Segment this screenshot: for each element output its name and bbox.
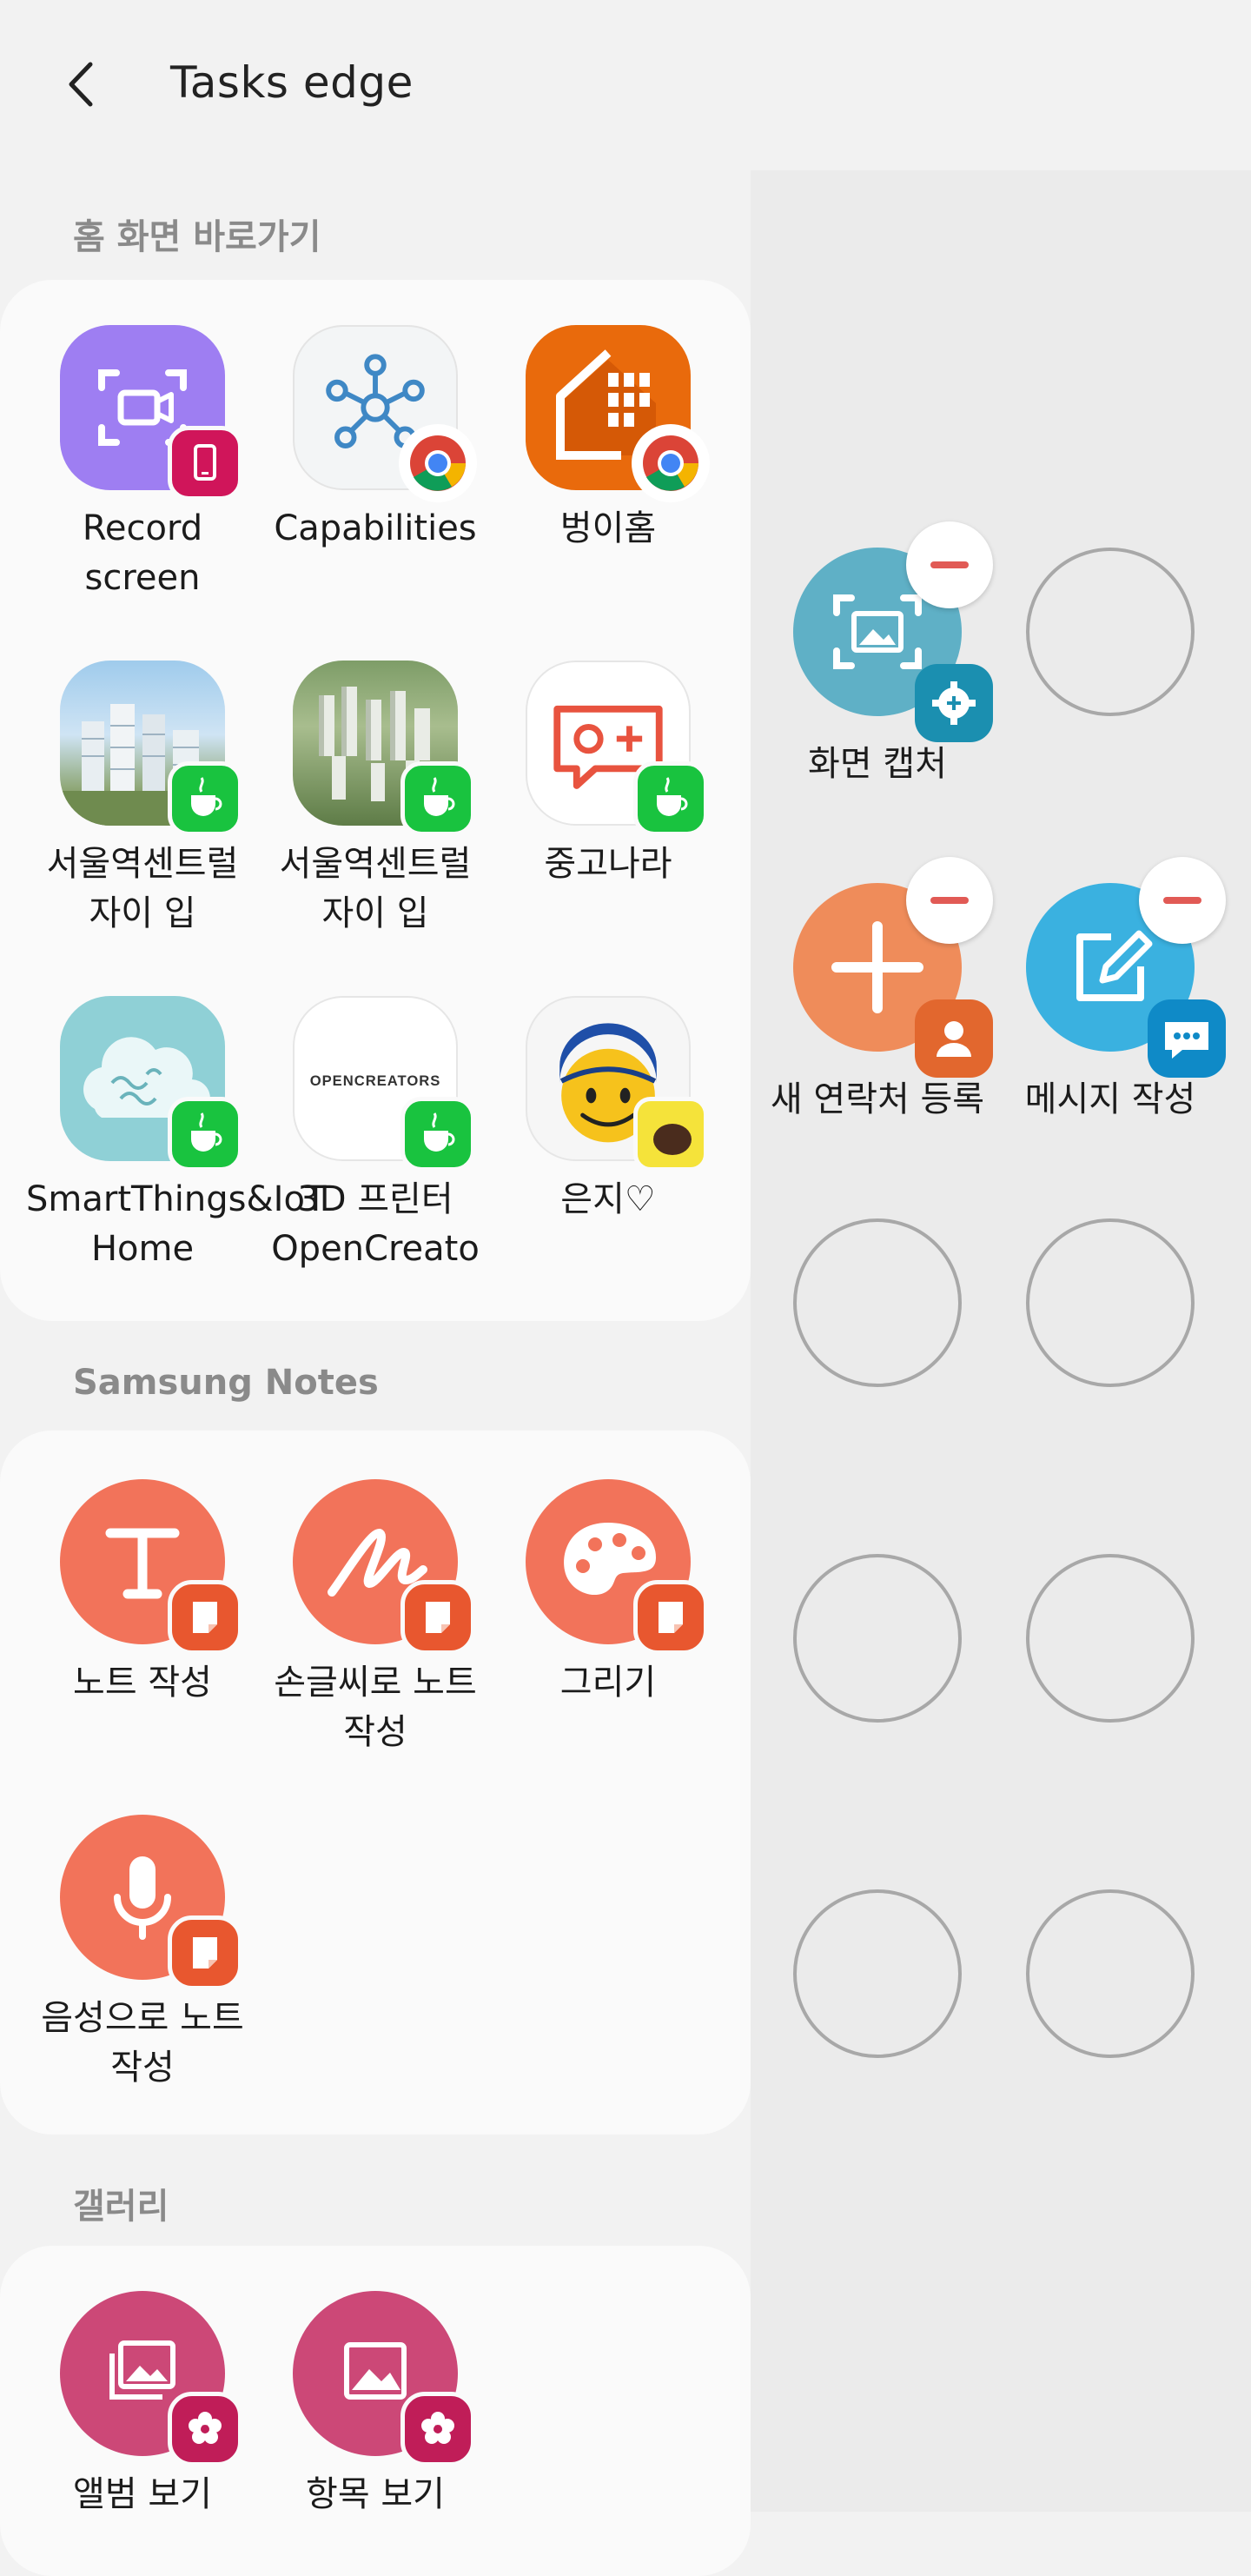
chrome-badge-icon: [399, 424, 477, 502]
section-title-gallery: 갤러리: [73, 2187, 169, 2227]
app-drawing[interactable]: 그리기: [492, 1479, 725, 1708]
chat-badge-icon: [1148, 999, 1226, 1078]
flower-badge-icon: [400, 2392, 475, 2466]
app-label: 그리기: [559, 1663, 657, 1703]
app-bungi-home[interactable]: 벙이홈: [492, 325, 725, 554]
app-capabilities[interactable]: Capabilities: [259, 325, 492, 554]
app-label: 앨범 보기: [73, 2474, 212, 2514]
home-shortcuts-card: Record screen Capabilities 벙이홈 서울역센트럴 자이…: [0, 280, 751, 1321]
app-label: 은지♡: [560, 1179, 656, 1219]
app-label: 서울역센트럴 자이 입: [46, 844, 239, 933]
edge-item-label: 화면 캡처: [808, 744, 947, 784]
remove-button[interactable]: [1139, 857, 1226, 944]
page-title: Tasks edge: [170, 57, 414, 108]
section-title-samsung-notes: Samsung Notes: [73, 1363, 379, 1403]
app-smartthings-iot-home[interactable]: SmartThings&IoT Home: [26, 996, 327, 1274]
settings-badge-icon: [915, 664, 993, 742]
app-record-screen[interactable]: Record screen: [26, 325, 259, 603]
empty-slot[interactable]: [793, 1889, 962, 2058]
kakao-badge-icon: [633, 1097, 708, 1172]
app-label: 항목 보기: [306, 2474, 445, 2514]
remove-button[interactable]: [906, 857, 993, 944]
edge-item-label: 메시지 작성: [1024, 1079, 1196, 1119]
edge-item-compose-message[interactable]: 메시지 작성: [994, 857, 1227, 1121]
notes-badge-icon: [168, 1580, 242, 1655]
header: Tasks edge: [0, 0, 1251, 170]
svg-text:OPENCREATORS: OPENCREATORS: [310, 1072, 441, 1089]
app-view-albums[interactable]: 앨범 보기: [26, 2291, 259, 2520]
app-seoul-station-central-2[interactable]: 서울역센트럴 자이 입: [259, 661, 492, 939]
edge-item-screen-capture[interactable]: 화면 캡처: [761, 521, 994, 786]
app-label: 3D 프린터 OpenCreato: [271, 1179, 480, 1269]
coffee-badge-icon: [168, 761, 242, 836]
edge-item-new-contact[interactable]: 새 연락처 등록: [761, 857, 994, 1121]
phone-badge-icon: [168, 426, 242, 501]
app-label: 음성으로 노트 작성: [41, 1998, 244, 2088]
empty-slot[interactable]: [1026, 1554, 1195, 1723]
app-joonggonara[interactable]: 중고나라: [492, 661, 725, 889]
remove-button[interactable]: [906, 521, 993, 608]
coffee-badge-icon: [400, 761, 475, 836]
empty-slot[interactable]: [1026, 1889, 1195, 2058]
coffee-badge-icon: [168, 1097, 242, 1172]
notes-badge-icon: [400, 1580, 475, 1655]
app-handwriting-note[interactable]: 손글씨로 노트 작성: [259, 1479, 492, 1757]
app-label: 노트 작성: [73, 1663, 212, 1703]
app-view-items[interactable]: 항목 보기: [259, 2291, 492, 2520]
section-title-home-shortcuts: 홈 화면 바로가기: [73, 217, 321, 257]
app-label: 중고나라: [544, 844, 672, 884]
notes-badge-icon: [168, 1915, 242, 1990]
empty-slot[interactable]: [793, 1218, 962, 1387]
coffee-badge-icon: [400, 1097, 475, 1172]
chevron-left-icon: [69, 62, 93, 107]
empty-slot[interactable]: [793, 1554, 962, 1723]
empty-slot[interactable]: [1026, 548, 1195, 716]
app-label: Record screen: [82, 508, 203, 598]
app-seoul-station-central-1[interactable]: 서울역센트럴 자이 입: [26, 661, 259, 939]
flower-badge-icon: [168, 2392, 242, 2466]
app-label: 서울역센트럴 자이 입: [279, 844, 472, 933]
edge-item-label: 새 연락처 등록: [770, 1079, 985, 1119]
app-3d-printer-opencreators[interactable]: OPENCREATORS 3D 프린터 OpenCreato: [259, 996, 492, 1274]
notes-badge-icon: [633, 1580, 708, 1655]
app-label: SmartThings&IoT Home: [26, 1179, 327, 1269]
back-button[interactable]: [54, 54, 115, 115]
app-create-note[interactable]: 노트 작성: [26, 1479, 259, 1708]
samsung-notes-card: 노트 작성 손글씨로 노트 작성 그리기 음성으로 노트 작성: [0, 1431, 751, 2134]
app-label: 손글씨로 노트 작성: [274, 1663, 477, 1752]
chrome-badge-icon: [632, 424, 710, 502]
app-eunji-contact[interactable]: 은지♡: [492, 996, 725, 1225]
app-label: 벙이홈: [559, 508, 657, 548]
app-voice-note[interactable]: 음성으로 노트 작성: [26, 1815, 259, 2093]
gallery-card: 앨범 보기 항목 보기: [0, 2246, 751, 2576]
coffee-badge-icon: [633, 761, 708, 836]
person-badge-icon: [915, 999, 993, 1078]
empty-slot[interactable]: [1026, 1218, 1195, 1387]
app-label: Capabilities: [274, 508, 477, 548]
